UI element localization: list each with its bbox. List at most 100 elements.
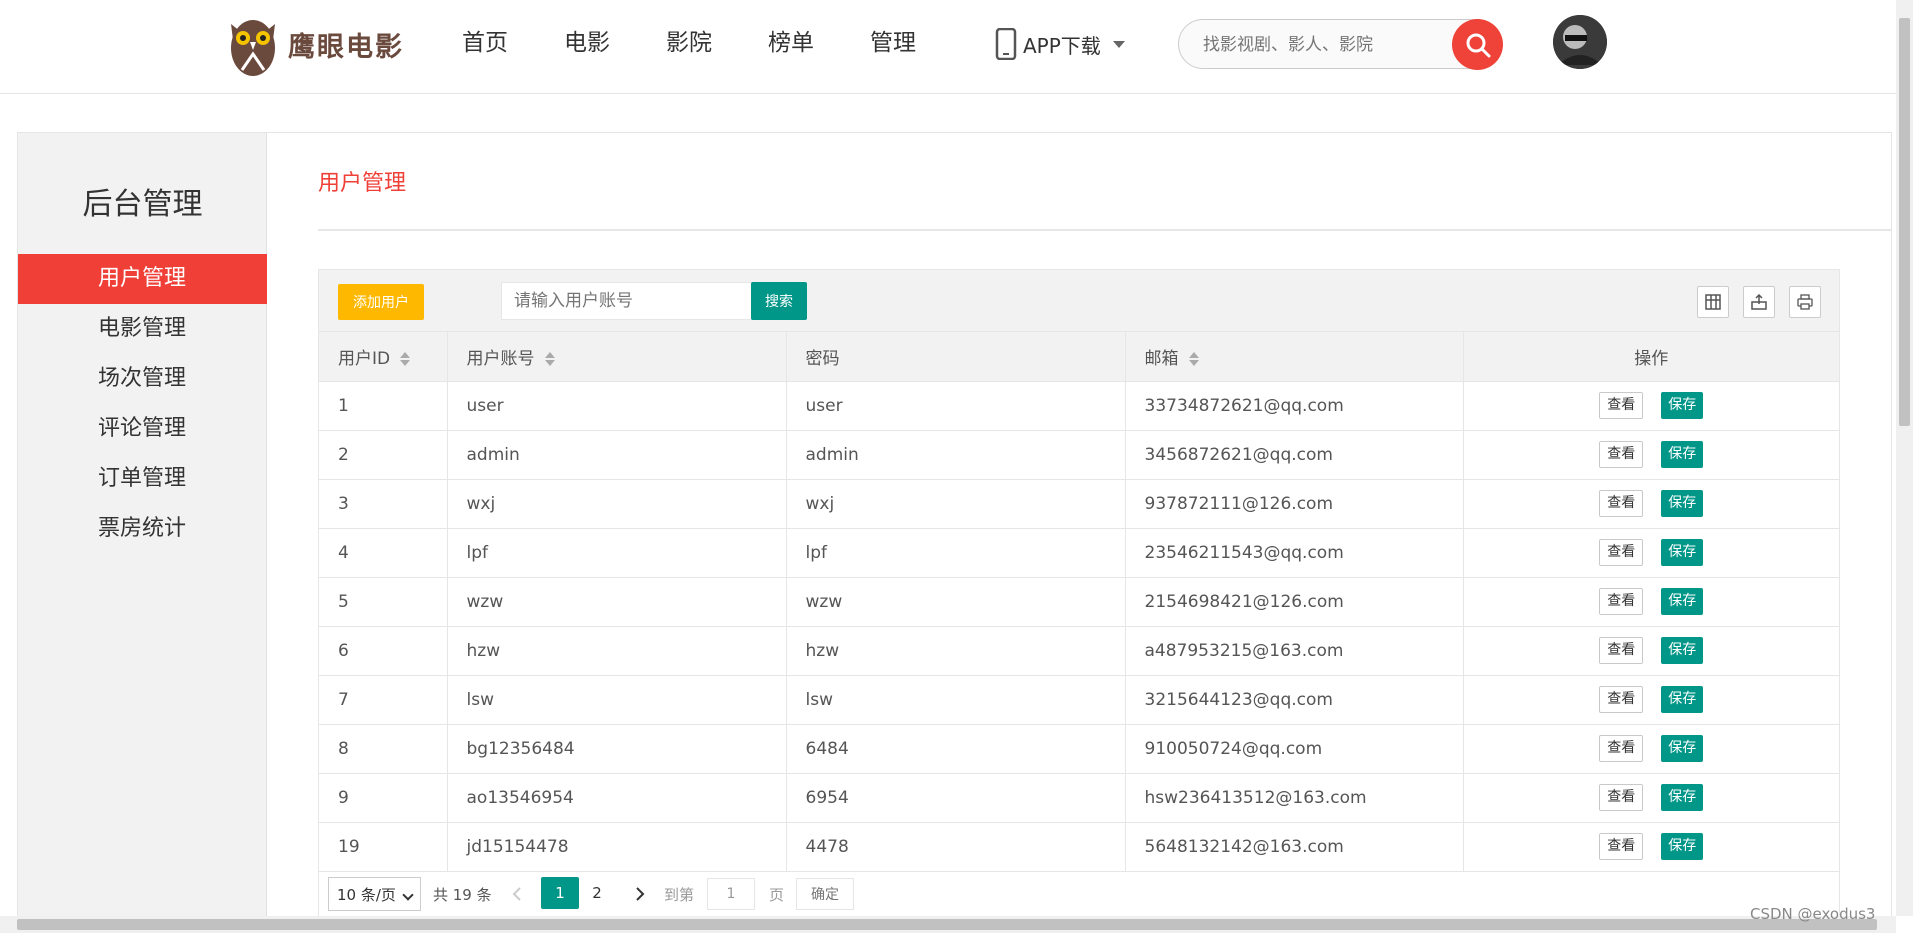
total-count: 共 19 条: [433, 886, 492, 904]
goto-confirm-button[interactable]: 确定: [796, 878, 854, 910]
view-button[interactable]: 查看: [1599, 784, 1644, 811]
table-row: 3 wxj wxj 937872111@126.com 查看 保存: [319, 479, 1839, 529]
col-email-label: 邮箱: [1144, 348, 1179, 369]
sidebar-item-users[interactable]: 用户管理: [18, 254, 267, 304]
cell-password: hzw: [786, 626, 1126, 676]
cell-account: bg12356484: [447, 724, 787, 774]
print-button[interactable]: [1789, 286, 1821, 318]
watermark-text: CSDN @exodus3: [1750, 905, 1876, 923]
cell-email: 2154698421@126.com: [1125, 577, 1464, 627]
cell-account: lpf: [447, 528, 787, 578]
main-nav: 首页 电影 影院 榜单 管理: [462, 26, 972, 60]
save-button[interactable]: 保存: [1661, 441, 1704, 468]
columns-filter-button[interactable]: [1697, 286, 1729, 318]
save-button[interactable]: 保存: [1661, 539, 1704, 566]
cell-actions: 查看 保存: [1463, 577, 1839, 627]
save-button[interactable]: 保存: [1661, 833, 1704, 860]
page-size-select[interactable]: 10 条/页: [328, 877, 421, 911]
col-user-id-label: 用户ID: [338, 348, 391, 369]
owl-logo-icon: [231, 20, 275, 76]
nav-home[interactable]: 首页: [462, 26, 508, 60]
view-button[interactable]: 查看: [1599, 735, 1644, 762]
goto-page-input[interactable]: [707, 878, 755, 910]
cell-email: a487953215@163.com: [1125, 626, 1464, 676]
cell-password: lpf: [786, 528, 1126, 578]
table-row: 6 hzw hzw a487953215@163.com 查看 保存: [319, 626, 1839, 676]
nav-cinemas[interactable]: 影院: [666, 26, 712, 60]
save-button[interactable]: 保存: [1661, 588, 1704, 615]
chevron-left-icon: [512, 887, 521, 901]
page-suffix: 页: [769, 886, 785, 904]
add-user-button[interactable]: 添加用户: [338, 284, 424, 320]
sidebar-menu: 用户管理 电影管理 场次管理 评论管理 订单管理 票房统计: [18, 254, 267, 554]
vertical-scrollbar[interactable]: [1896, 0, 1913, 916]
cell-account: wxj: [447, 479, 787, 529]
save-button[interactable]: 保存: [1661, 735, 1704, 762]
export-button[interactable]: [1743, 286, 1775, 318]
user-avatar[interactable]: [1553, 15, 1607, 69]
sort-icon[interactable]: [1188, 351, 1199, 367]
col-user-id[interactable]: 用户ID: [319, 332, 448, 382]
view-button[interactable]: 查看: [1599, 441, 1644, 468]
cell-password: wzw: [786, 577, 1126, 627]
save-button[interactable]: 保存: [1661, 490, 1704, 517]
avatar-image: [1553, 15, 1607, 69]
view-button[interactable]: 查看: [1599, 539, 1644, 566]
view-button[interactable]: 查看: [1599, 490, 1644, 517]
sidebar-item-box-office[interactable]: 票房统计: [18, 504, 267, 554]
phone-icon: [995, 28, 1017, 60]
horizontal-scroll-thumb[interactable]: [17, 919, 1877, 930]
cell-password: 4478: [786, 822, 1126, 872]
vertical-scroll-thumb[interactable]: [1899, 18, 1910, 426]
horizontal-scrollbar[interactable]: [0, 916, 1896, 933]
header-search-input[interactable]: [1203, 32, 1423, 58]
account-search-input[interactable]: [501, 282, 752, 320]
sidebar-item-movies[interactable]: 电影管理: [18, 304, 267, 354]
save-button[interactable]: 保存: [1661, 784, 1704, 811]
search-button[interactable]: 搜索: [751, 282, 807, 320]
col-account[interactable]: 用户账号: [447, 332, 787, 382]
col-email[interactable]: 邮箱: [1125, 332, 1464, 382]
sidebar-item-comments[interactable]: 评论管理: [18, 404, 267, 454]
top-header: 鹰眼电影 首页 电影 影院 榜单 管理 APP下载: [0, 0, 1896, 94]
nav-rankings[interactable]: 榜单: [768, 26, 814, 60]
cell-user-id: 3: [319, 479, 448, 529]
view-button[interactable]: 查看: [1599, 392, 1644, 419]
table-header-row: 用户ID 用户账号 密码 邮箱 操作: [319, 332, 1839, 382]
site-logo[interactable]: 鹰眼电影: [228, 10, 404, 78]
cell-actions: 查看 保存: [1463, 822, 1839, 872]
sidebar-item-screenings[interactable]: 场次管理: [18, 354, 267, 404]
cell-actions: 查看 保存: [1463, 675, 1839, 725]
cell-email: 33734872621@qq.com: [1125, 381, 1464, 431]
cell-user-id: 9: [319, 773, 448, 823]
cell-user-id: 7: [319, 675, 448, 725]
save-button[interactable]: 保存: [1661, 686, 1704, 713]
header-search-button[interactable]: [1452, 19, 1503, 70]
view-button[interactable]: 查看: [1599, 686, 1644, 713]
next-page-button[interactable]: [626, 880, 654, 908]
save-button[interactable]: 保存: [1661, 392, 1704, 419]
save-button[interactable]: 保存: [1661, 637, 1704, 664]
page-1-button[interactable]: 1: [541, 877, 579, 909]
sort-icon[interactable]: [544, 351, 555, 367]
page-size-value: 10 条/页: [337, 885, 396, 904]
cell-email: 5648132142@163.com: [1125, 822, 1464, 872]
view-button[interactable]: 查看: [1599, 637, 1644, 664]
nav-movies[interactable]: 电影: [564, 26, 610, 60]
table-row: 7 lsw lsw 3215644123@qq.com 查看 保存: [319, 675, 1839, 725]
nav-admin[interactable]: 管理: [870, 26, 916, 60]
page: 鹰眼电影 首页 电影 影院 榜单 管理 APP下载 找影视剧、影人、影院 后台管…: [0, 0, 1913, 933]
cell-actions: 查看 保存: [1463, 430, 1839, 480]
view-button[interactable]: 查看: [1599, 833, 1644, 860]
prev-page-button[interactable]: [503, 880, 531, 908]
view-button[interactable]: 查看: [1599, 588, 1644, 615]
sidebar-item-orders[interactable]: 订单管理: [18, 454, 267, 504]
cell-account: ao13546954: [447, 773, 787, 823]
chevron-right-icon: [636, 887, 645, 901]
app-download-dropdown[interactable]: APP下载: [995, 28, 1125, 60]
sort-icon[interactable]: [400, 351, 411, 367]
search-icon: [1466, 33, 1490, 57]
user-table-panel: 添加用户 搜索: [318, 269, 1840, 933]
cell-actions: 查看 保存: [1463, 724, 1839, 774]
page-2-button[interactable]: 2: [578, 877, 616, 909]
